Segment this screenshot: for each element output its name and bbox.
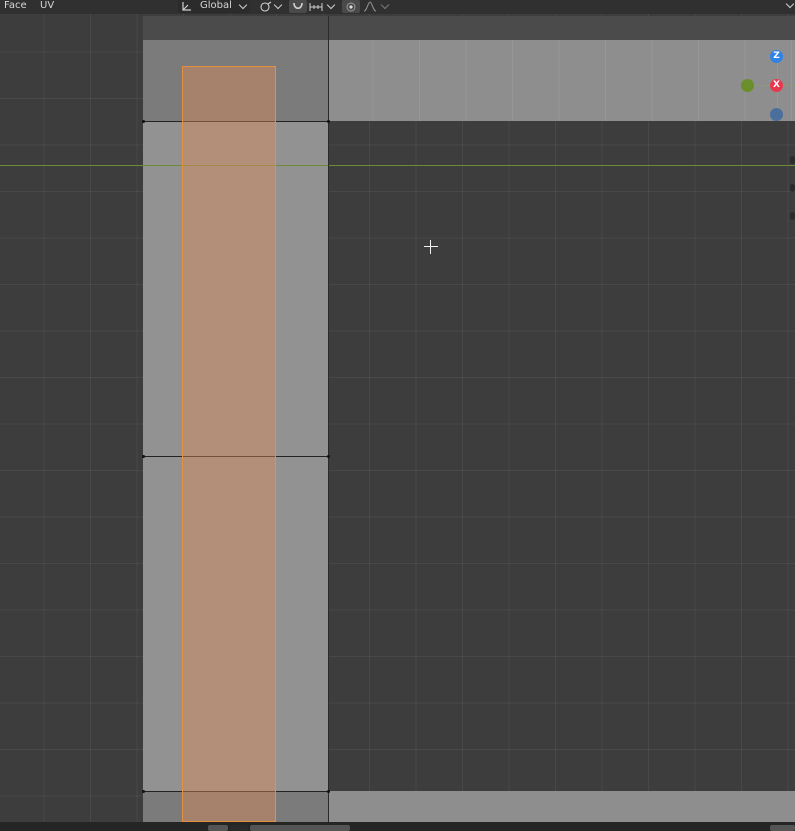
gizmo-x-positive[interactable]: X <box>770 79 783 92</box>
chevron-down-icon <box>238 0 248 10</box>
transform-orientation-dropdown[interactable]: Global <box>178 0 250 13</box>
timeline-control[interactable] <box>230 825 248 831</box>
viewport-header: Face UV Global <box>0 0 795 14</box>
chevron-down-icon <box>380 0 390 10</box>
menu-uv[interactable]: UV <box>38 0 56 12</box>
3d-viewport-canvas[interactable]: Z X <box>0 14 795 822</box>
proportional-edit-toggle[interactable] <box>342 0 360 13</box>
timeline-header-strip <box>0 822 795 831</box>
pivot-point-dropdown[interactable] <box>257 0 283 13</box>
chevron-down-icon <box>326 0 336 10</box>
mesh-vertex[interactable] <box>142 790 145 793</box>
snap-increment-icon <box>309 3 323 11</box>
snap-magnet-icon <box>293 2 303 10</box>
proportional-falloff-dropdown[interactable] <box>362 0 390 13</box>
mesh-face-bottom-right[interactable] <box>329 791 795 822</box>
menu-face[interactable]: Face <box>2 0 29 12</box>
3d-cursor-icon <box>424 240 438 254</box>
timeline-control[interactable] <box>208 825 228 831</box>
gizmo-z-negative[interactable] <box>770 108 783 121</box>
proportional-edit-icon <box>346 2 356 12</box>
mesh-vertex[interactable] <box>327 120 330 123</box>
mesh-top-band <box>143 16 795 40</box>
mesh-vertex[interactable] <box>142 120 145 123</box>
chevron-down-icon <box>273 0 283 10</box>
mesh-vertex[interactable] <box>327 790 330 793</box>
gizmo-z-positive[interactable]: Z <box>770 50 783 63</box>
timeline-control[interactable] <box>770 825 795 831</box>
mesh-edge[interactable] <box>328 16 329 822</box>
selected-face[interactable] <box>182 66 276 822</box>
y-axis-line <box>0 165 795 166</box>
pivot-point-icon <box>260 1 272 12</box>
mesh-face-top-right[interactable] <box>329 40 795 121</box>
falloff-curve-icon <box>363 1 377 12</box>
snap-toggle[interactable] <box>289 0 307 13</box>
transform-orientation-icon <box>182 2 191 11</box>
snap-target-dropdown[interactable] <box>308 0 336 13</box>
playback-controls[interactable] <box>250 825 350 831</box>
viewport-grid <box>0 14 795 822</box>
mesh-vertex[interactable] <box>327 455 330 458</box>
orientation-label: Global <box>200 0 232 11</box>
header-overflow-chevron-icon[interactable] <box>785 0 795 9</box>
mesh-vertex[interactable] <box>142 455 145 458</box>
blender-3d-viewport-window: Face UV Global Z X <box>0 0 795 831</box>
gizmo-y-negative[interactable] <box>741 79 754 92</box>
